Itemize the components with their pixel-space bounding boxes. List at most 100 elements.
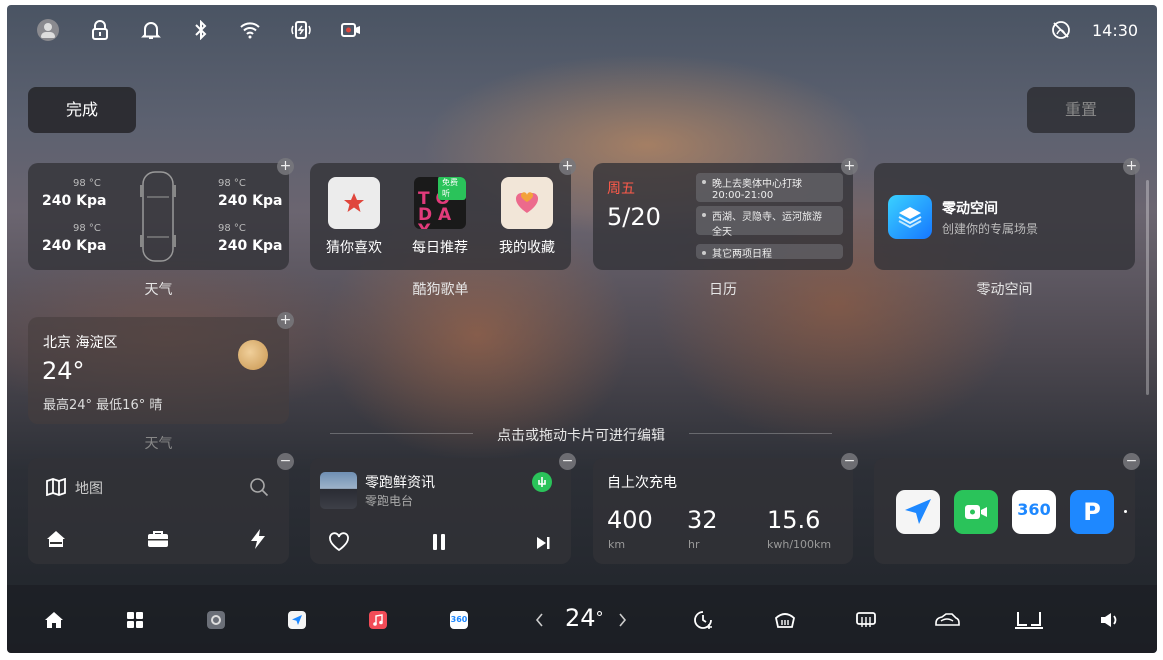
rl-tire-temp: 98 °C — [73, 223, 101, 234]
rl-tire-pressure: 240 Kpa — [42, 238, 107, 254]
reset-button[interactable]: 重置 — [1027, 87, 1135, 133]
apps-grid-icon[interactable] — [122, 607, 148, 633]
map-icon — [46, 477, 66, 500]
map-label: 地图 — [75, 481, 103, 497]
radio-card[interactable]: 零跑鲜资讯 零跑电台 − — [310, 453, 576, 564]
temp-increase-icon[interactable] — [614, 607, 630, 633]
front-defrost-icon[interactable] — [772, 607, 798, 633]
space-card-caption: 零动空间 — [976, 282, 1033, 298]
calendar-event[interactable]: 晚上去奥体中心打球 20:00-21:00 — [696, 173, 843, 202]
volume-icon[interactable] — [1097, 607, 1123, 633]
consumption-unit: kwh/100km — [767, 538, 832, 551]
pause-icon[interactable] — [431, 533, 447, 555]
tire-pressure-card[interactable]: 98 °C 240 Kpa 98 °C 240 Kpa 98 °C 240 Kp… — [28, 158, 294, 270]
calendar-card-caption: 日历 — [709, 282, 737, 298]
calendar-weekday: 周五 — [607, 181, 635, 197]
weather-location: 北京 海淀区 — [43, 335, 118, 351]
home-icon[interactable] — [41, 607, 67, 633]
like-icon[interactable] — [328, 532, 350, 556]
add-card-button[interactable]: + — [1123, 158, 1140, 175]
fl-tire-pressure: 240 Kpa — [42, 193, 107, 209]
navigation-app-icon[interactable] — [896, 490, 940, 534]
temperature-value[interactable]: 24° — [565, 604, 604, 632]
kugou-playlist-card[interactable]: T OD A Y 免费听 猜你喜欢 每日推荐 我的收藏 + — [310, 158, 576, 270]
calendar-event-more[interactable]: 其它两项日程 — [696, 244, 843, 260]
done-button[interactable]: 完成 — [28, 87, 136, 133]
weather-temperature: 24° — [42, 357, 85, 385]
parking-app-icon[interactable]: P — [1070, 490, 1114, 534]
add-card-button[interactable]: + — [559, 158, 576, 175]
tire-card-caption: 天气 — [144, 282, 173, 298]
heart-icon — [515, 192, 539, 213]
space-subtitle: 创建你的专属场景 — [942, 222, 1039, 236]
daily-recommend-label: 每日推荐 — [412, 240, 468, 256]
duration-unit: hr — [688, 538, 700, 551]
lock-icon[interactable] — [89, 19, 111, 41]
radio-cover — [320, 472, 357, 509]
add-card-button[interactable]: + — [841, 158, 858, 175]
weather-card[interactable]: 北京 海淀区 24° 最高24° 最低16° 晴 + — [28, 312, 294, 424]
map-card[interactable]: 地图 − — [28, 453, 294, 564]
remove-card-button[interactable]: − — [1123, 453, 1140, 470]
favorites-cover[interactable] — [501, 177, 553, 229]
add-card-button[interactable]: + — [277, 312, 294, 329]
layers-icon — [888, 195, 932, 239]
wifi-icon[interactable] — [239, 19, 261, 41]
rear-defrost-icon[interactable] — [853, 607, 879, 633]
consumption-value: 15.6 — [767, 506, 821, 534]
calendar-event[interactable]: 西湖、灵隐寺、运河旅游 全天 — [696, 206, 843, 238]
daily-recommend-cover[interactable]: T OD A Y 免费听 — [414, 177, 466, 229]
search-icon[interactable] — [249, 477, 269, 501]
add-card-button[interactable]: + — [277, 158, 294, 175]
bell-icon[interactable] — [140, 19, 162, 41]
air-circulation-icon[interactable] — [932, 607, 962, 633]
bluetooth-icon[interactable] — [190, 19, 212, 41]
app-360-icon[interactable]: 360 — [446, 607, 472, 633]
favorites-label: 我的收藏 — [499, 240, 555, 256]
next-track-icon[interactable] — [536, 535, 550, 554]
briefcase-icon[interactable] — [147, 530, 169, 552]
temp-decrease-icon[interactable] — [531, 607, 547, 633]
kugou-card-caption: 酷狗歌单 — [412, 282, 469, 298]
remove-card-button[interactable]: − — [559, 453, 576, 470]
rr-tire-pressure: 240 Kpa — [218, 238, 283, 254]
music-app-icon[interactable] — [365, 607, 391, 633]
weather-range: 最高24° 最低16° 晴 — [43, 398, 163, 413]
free-badge: 免费听 — [438, 177, 466, 200]
divider-left — [330, 433, 473, 434]
radio-source-icon — [532, 472, 552, 492]
fan-timer-icon[interactable] — [691, 607, 717, 633]
car-outline-icon — [139, 169, 177, 268]
guess-you-like-cover[interactable] — [328, 177, 380, 229]
zero-space-card[interactable]: 零动空间 创建你的专属场景 + — [874, 158, 1140, 270]
space-title: 零动空间 — [942, 201, 998, 217]
fr-tire-temp: 98 °C — [218, 178, 246, 189]
dashcam-recording-icon[interactable] — [340, 19, 362, 41]
sun-icon — [238, 340, 268, 370]
remove-card-button[interactable]: − — [841, 453, 858, 470]
charge-stats-card[interactable]: 自上次充电 400 km 32 hr 15.6 kwh/100km − — [593, 453, 858, 564]
apps-shortcut-card[interactable]: 360 P − — [874, 453, 1140, 564]
signal-off-icon[interactable] — [1050, 19, 1072, 41]
seat-heating-icon[interactable] — [1012, 607, 1046, 633]
navigation-app-icon[interactable] — [284, 607, 310, 633]
lightning-icon[interactable] — [250, 528, 266, 554]
charge-title: 自上次充电 — [607, 475, 677, 491]
distance-value: 400 — [607, 506, 653, 534]
remove-card-button[interactable]: − — [277, 453, 294, 470]
rr-tire-temp: 98 °C — [218, 223, 246, 234]
distance-unit: km — [608, 538, 626, 551]
settings-app-icon[interactable] — [203, 607, 229, 633]
scrollbar[interactable] — [1146, 180, 1149, 395]
wireless-charging-icon[interactable] — [290, 19, 312, 41]
clock: 14:30 — [1092, 21, 1139, 40]
star-icon — [344, 193, 364, 212]
home-icon[interactable] — [46, 530, 66, 552]
more-indicator — [1124, 510, 1127, 513]
edit-hint: 点击或拖动卡片可进行编辑 — [497, 428, 665, 444]
avatar-icon[interactable] — [37, 19, 59, 41]
fr-tire-pressure: 240 Kpa — [218, 193, 283, 209]
duration-value: 32 — [687, 506, 718, 534]
app-360-icon[interactable]: 360 — [1012, 490, 1056, 534]
video-call-app-icon[interactable] — [954, 490, 998, 534]
